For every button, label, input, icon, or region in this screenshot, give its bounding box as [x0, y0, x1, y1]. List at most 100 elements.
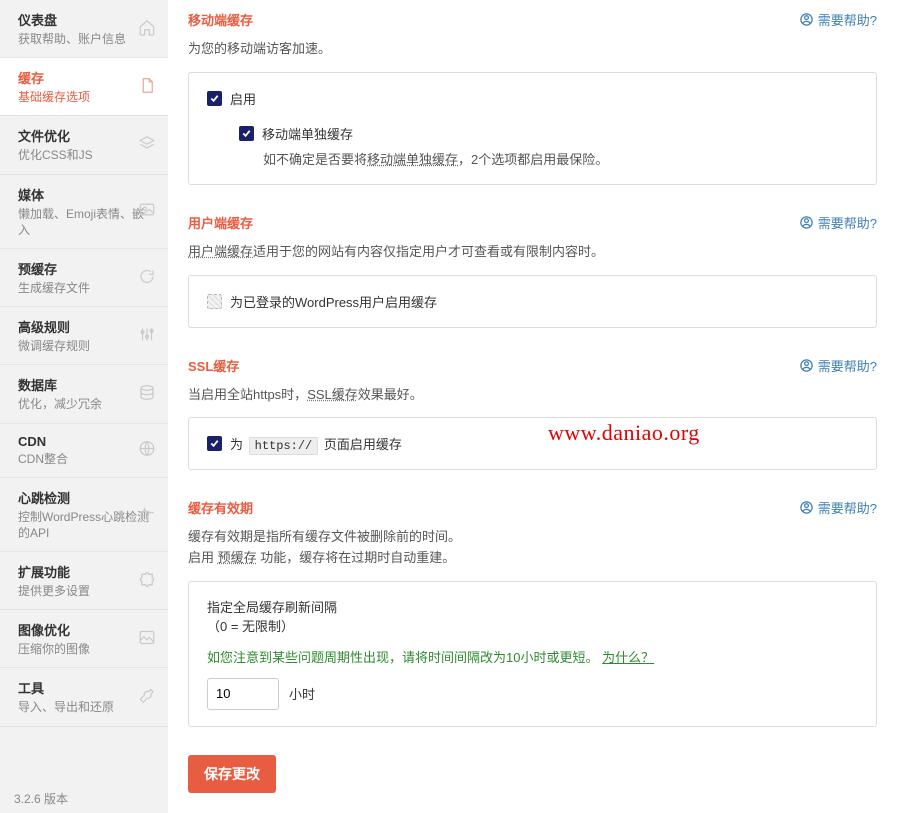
dotted-link[interactable]: SSL缓存: [307, 387, 358, 402]
sidebar-item-6[interactable]: 数据库优化，减少冗余: [0, 365, 168, 423]
sidebar-item-title: 心跳检测: [18, 488, 154, 507]
help-label: 需要帮助?: [818, 10, 877, 29]
user-cache-box: 为已登录的WordPress用户启用缓存: [188, 275, 877, 328]
help-link[interactable]: 需要帮助?: [799, 10, 877, 29]
dotted-link[interactable]: 预缓存: [218, 550, 257, 565]
sidebar-item-0[interactable]: 仪表盘获取帮助、账户信息: [0, 0, 168, 58]
sidebar-item-sub: 导入、导出和还原: [18, 699, 154, 715]
section-desc: 当启用全站https时，SSL缓存效果最好。: [188, 385, 877, 406]
help-icon: [799, 12, 814, 27]
section-desc: 为您的移动端访客加速。: [188, 39, 877, 60]
section-cache-lifespan: 缓存有效期 需要帮助? 缓存有效期是指所有缓存文件被删除前的时间。 启用 预缓存…: [188, 498, 877, 727]
layers-icon: [138, 134, 156, 155]
section-ssl-cache: SSL缓存 需要帮助? 当启用全站https时，SSL缓存效果最好。 为 htt…: [188, 356, 877, 471]
sidebar-item-title: 数据库: [18, 375, 154, 394]
sidebar-item-3[interactable]: 媒体懒加载、Emoji表情、嵌入: [0, 175, 168, 249]
doc-icon: [138, 76, 156, 97]
section-desc: 用户端缓存适用于您的网站有内容仅指定用户才可查看或有限制内容时。: [188, 242, 877, 263]
enable-ssl-cache[interactable]: 为 https:// 页面启用缓存: [207, 434, 858, 453]
lifespan-unit: 小时: [289, 684, 315, 703]
help-link[interactable]: 需要帮助?: [799, 213, 877, 232]
ssl-cache-box: 为 https:// 页面启用缓存: [188, 417, 877, 470]
section-title: 缓存有效期: [188, 498, 799, 517]
help-icon: [799, 358, 814, 373]
sidebar-item-10[interactable]: 图像优化压缩你的图像: [0, 610, 168, 668]
picture-icon: [138, 628, 156, 649]
sidebar-item-8[interactable]: 心跳检测控制WordPress心跳检测的API: [0, 478, 168, 552]
globe-icon: [138, 440, 156, 461]
enable-user-cache[interactable]: 为已登录的WordPress用户启用缓存: [207, 292, 858, 311]
help-link[interactable]: 需要帮助?: [799, 356, 877, 375]
help-link[interactable]: 需要帮助?: [799, 498, 877, 517]
lifespan-hint: 如您注意到某些问题周期性出现，请将时间间隔改为10小时或更短。 为什么？: [207, 647, 858, 666]
dotted-link[interactable]: 用户端缓存: [188, 244, 253, 259]
checkbox-checked-icon: [207, 91, 222, 106]
sidebar-item-title: 预缓存: [18, 259, 154, 278]
puzzle-icon: [138, 570, 156, 591]
checkbox-label: 移动端单独缓存: [262, 124, 353, 143]
help-icon: [799, 215, 814, 230]
sidebar-item-title: 工具: [18, 678, 154, 697]
enable-mobile-cache[interactable]: 启用: [207, 89, 858, 108]
checkbox-unchecked-icon: [207, 294, 222, 309]
version-label: 3.2.6 版本: [14, 790, 68, 807]
help-icon: [799, 500, 814, 515]
sidebar: 仪表盘获取帮助、账户信息缓存基础缓存选项文件优化优化CSS和JS媒体懒加载、Em…: [0, 0, 168, 813]
sidebar-item-1[interactable]: 缓存基础缓存选项: [0, 58, 168, 116]
save-button[interactable]: 保存更改: [188, 755, 276, 793]
checkbox-label: 为已登录的WordPress用户启用缓存: [230, 292, 437, 311]
mobile-hint: 如不确定是否要将移动端单独缓存，2个选项都启用最保险。: [263, 149, 858, 168]
sidebar-item-title: 扩展功能: [18, 562, 154, 581]
sidebar-item-sub: 微调缓存规则: [18, 338, 154, 354]
sidebar-item-title: 高级规则: [18, 317, 154, 336]
help-label: 需要帮助?: [818, 356, 877, 375]
sidebar-item-title: 文件优化: [18, 126, 154, 145]
sidebar-item-sub: 优化，减少冗余: [18, 396, 154, 412]
section-title: 移动端缓存: [188, 10, 799, 29]
wrench-icon: [138, 687, 156, 708]
sidebar-item-2[interactable]: 文件优化优化CSS和JS: [0, 116, 168, 174]
section-user-cache: 用户端缓存 需要帮助? 用户端缓存适用于您的网站有内容仅指定用户才可查看或有限制…: [188, 213, 877, 328]
sidebar-item-title: 媒体: [18, 185, 154, 204]
heart-icon: [138, 504, 156, 525]
code-https: https://: [249, 437, 319, 455]
lifespan-input[interactable]: [207, 678, 279, 710]
why-link[interactable]: 为什么？: [602, 650, 654, 665]
section-title: 用户端缓存: [188, 213, 799, 232]
db-icon: [138, 383, 156, 404]
checkbox-label: 为 https:// 页面启用缓存: [230, 434, 402, 453]
sidebar-item-sub: 压缩你的图像: [18, 641, 154, 657]
sidebar-item-sub: 提供更多设置: [18, 583, 154, 599]
sidebar-item-11[interactable]: 工具导入、导出和还原: [0, 668, 168, 726]
section-desc: 缓存有效期是指所有缓存文件被删除前的时间。 启用 预缓存 功能，缓存将在过期时自…: [188, 527, 877, 569]
refresh-icon: [138, 267, 156, 288]
sliders-icon: [138, 325, 156, 346]
sidebar-item-4[interactable]: 预缓存生成缓存文件: [0, 249, 168, 307]
sidebar-item-sub: CDN整合: [18, 451, 154, 467]
sidebar-item-9[interactable]: 扩展功能提供更多设置: [0, 552, 168, 610]
checkbox-checked-icon: [207, 436, 222, 451]
separate-mobile-cache[interactable]: 移动端单独缓存: [239, 124, 858, 143]
help-label: 需要帮助?: [818, 213, 877, 232]
sidebar-item-sub: 懒加载、Emoji表情、嵌入: [18, 206, 154, 238]
sidebar-item-sub: 获取帮助、账户信息: [18, 31, 154, 47]
sidebar-item-sub: 控制WordPress心跳检测的API: [18, 509, 154, 541]
sidebar-item-title: 图像优化: [18, 620, 154, 639]
hint-dotted-link[interactable]: 移动端单独缓存: [367, 152, 458, 167]
lifespan-box: 指定全局缓存刷新间隔 （0 = 无限制） 如您注意到某些问题周期性出现，请将时间…: [188, 581, 877, 727]
sidebar-item-sub: 优化CSS和JS: [18, 147, 154, 163]
sidebar-item-title: 仪表盘: [18, 10, 154, 29]
checkbox-label: 启用: [230, 89, 256, 108]
sidebar-item-title: 缓存: [18, 68, 154, 87]
home-icon: [138, 18, 156, 39]
image-icon: [138, 201, 156, 222]
main-panel: www.daniao.org 移动端缓存 需要帮助? 为您的移动端访客加速。 启…: [168, 0, 897, 813]
sidebar-item-sub: 生成缓存文件: [18, 280, 154, 296]
section-title: SSL缓存: [188, 356, 799, 375]
lifespan-label: 指定全局缓存刷新间隔 （0 = 无限制）: [207, 598, 858, 637]
sidebar-item-5[interactable]: 高级规则微调缓存规则: [0, 307, 168, 365]
sidebar-item-sub: 基础缓存选项: [18, 89, 154, 105]
help-label: 需要帮助?: [818, 498, 877, 517]
checkbox-checked-icon: [239, 126, 254, 141]
sidebar-item-7[interactable]: CDNCDN整合: [0, 424, 168, 478]
